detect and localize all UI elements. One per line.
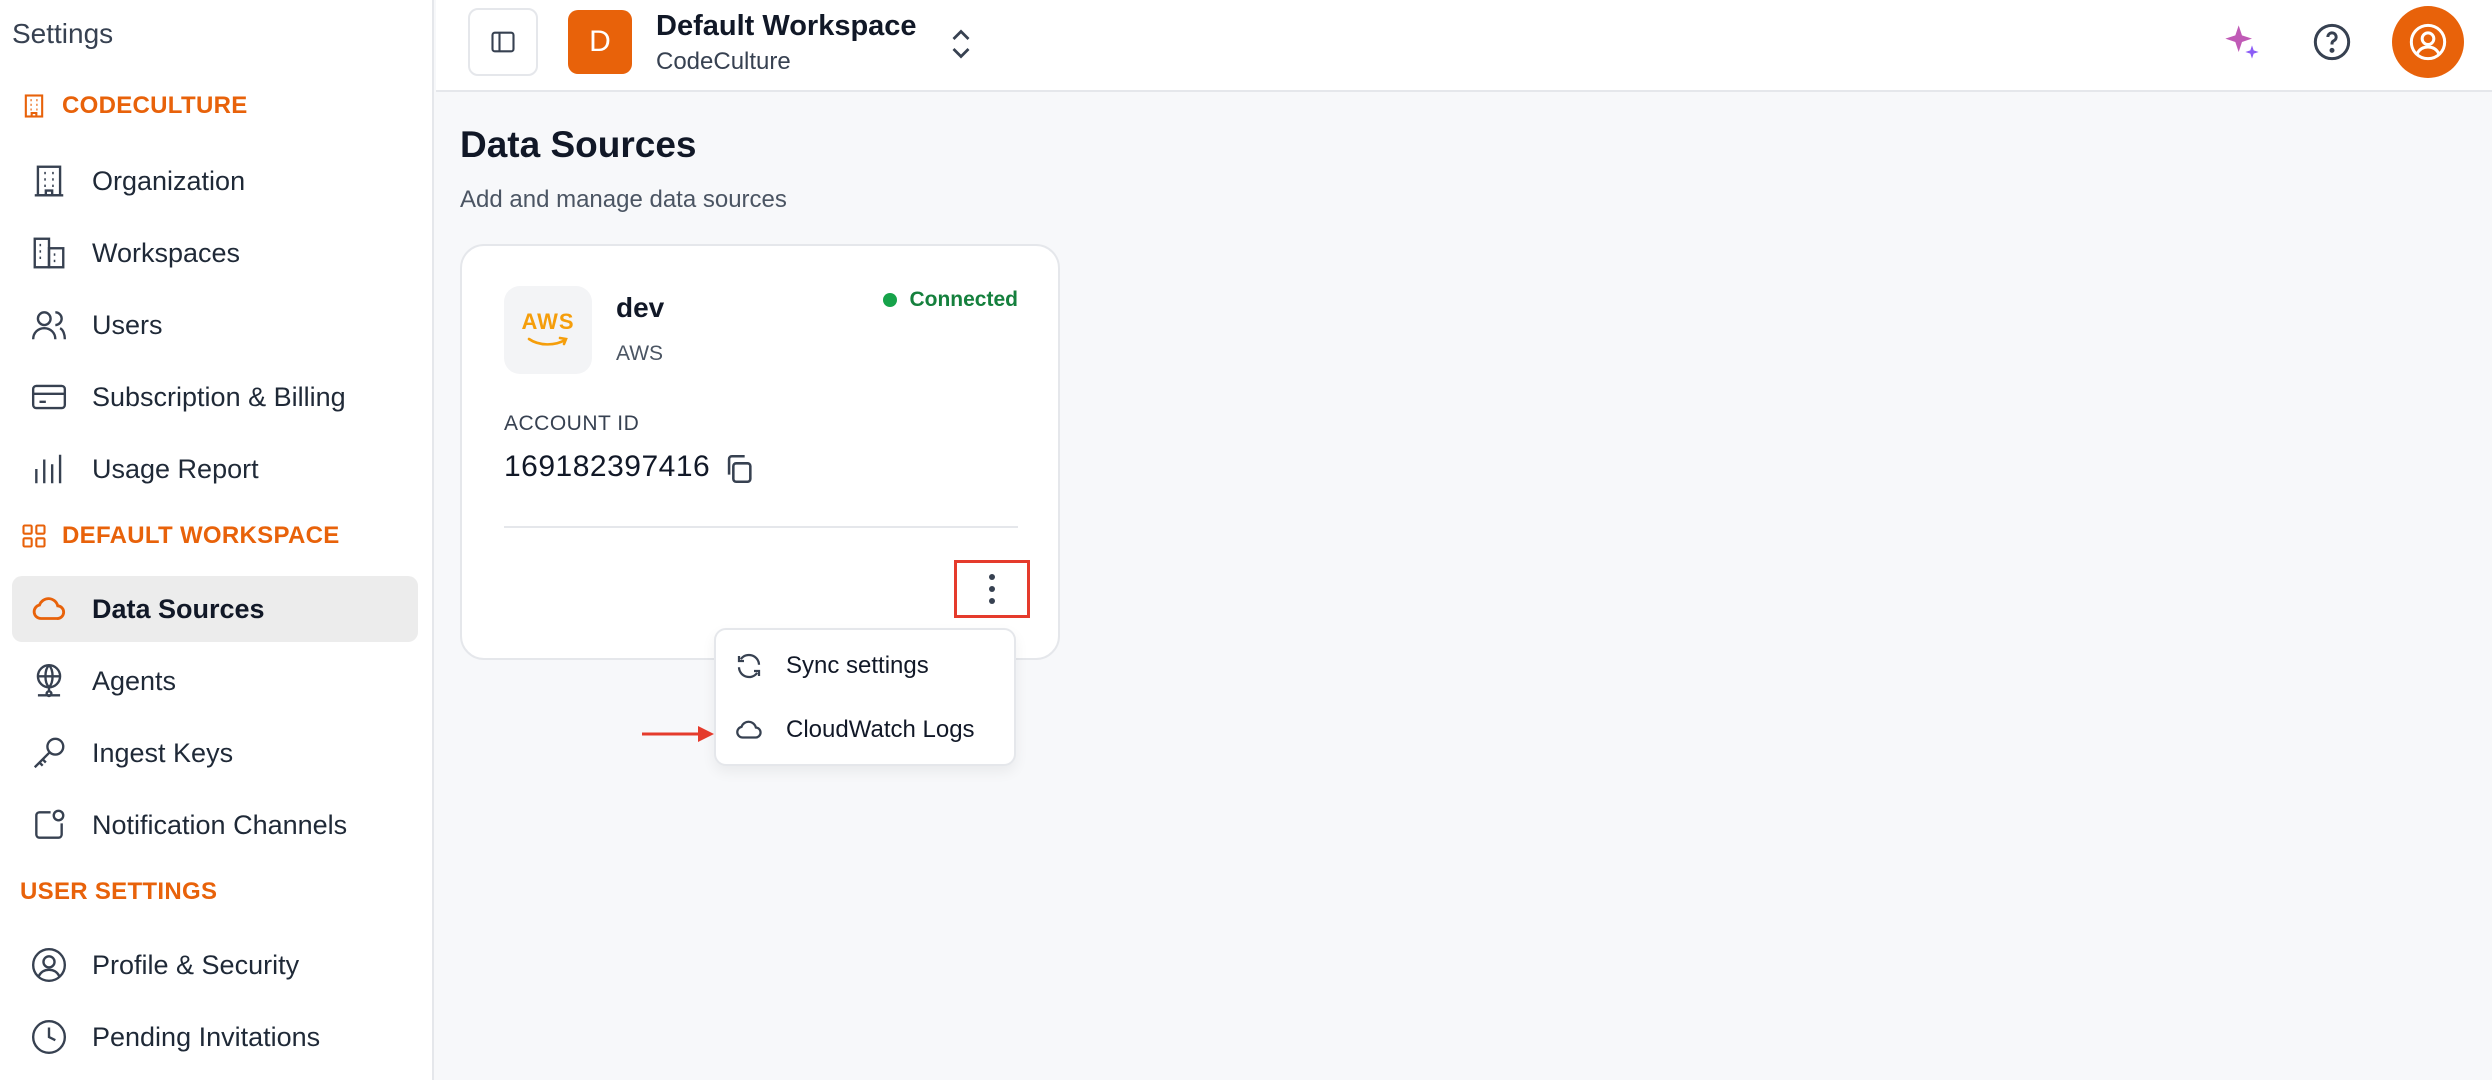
- building-icon: [34, 165, 64, 197]
- account-id-value: 169182397416: [504, 450, 711, 483]
- buildings-icon: [33, 237, 65, 269]
- workspace-name[interactable]: Default Workspace: [656, 10, 917, 43]
- data-source-name: dev: [616, 292, 665, 323]
- sidebar-item-agents[interactable]: Agents: [12, 648, 418, 714]
- sidebar-item-subscription-billing[interactable]: Subscription & Billing: [12, 364, 418, 430]
- section-header-organization: CODECULTURE: [20, 92, 248, 120]
- status-label: Connected: [909, 288, 1018, 311]
- menu-item-cloudwatch-logs[interactable]: CloudWatch Logs: [716, 698, 1014, 762]
- sidebar-item-ingest-keys[interactable]: Ingest Keys: [12, 720, 418, 786]
- sidebar-item-label: Subscription & Billing: [92, 381, 346, 412]
- menu-item-label: CloudWatch Logs: [786, 716, 975, 743]
- top-bar: D Default Workspace CodeCulture: [436, 0, 2492, 92]
- clock-icon: [31, 1019, 67, 1055]
- data-source-card: AWS dev AWS Connected ACCOUNT ID 1691823…: [460, 244, 1060, 660]
- sidebar-item-label: Notification Channels: [92, 809, 348, 840]
- sidebar: Settings CODECULTURE Organization Worksp…: [0, 0, 434, 1080]
- cloud-icon: [736, 720, 762, 739]
- sidebar-item-label: Agents: [92, 665, 177, 696]
- data-source-type: AWS: [616, 342, 664, 365]
- aws-smile-icon: [527, 336, 568, 346]
- sidebar-item-notification-channels[interactable]: Notification Channels: [12, 792, 418, 858]
- organization-name: CodeCulture: [656, 48, 791, 75]
- aws-logo: AWS: [504, 286, 592, 374]
- credit-card-icon: [31, 384, 67, 410]
- section-header-label: DEFAULT WORKSPACE: [62, 522, 340, 549]
- workspace-avatar[interactable]: D: [568, 10, 632, 74]
- grid-icon: [22, 524, 46, 548]
- card-menu-button[interactable]: [954, 560, 1030, 618]
- building-icon: [24, 94, 44, 118]
- section-header-user-settings: USER SETTINGS: [20, 878, 217, 906]
- sidebar-item-label: Users: [92, 309, 163, 340]
- user-circle-icon: [2409, 23, 2447, 61]
- globe-network-icon: [36, 663, 62, 698]
- cloud-icon: [32, 597, 66, 620]
- sidebar-panel-icon: [491, 31, 515, 53]
- sidebar-item-workspaces[interactable]: Workspaces: [12, 220, 418, 286]
- sidebar-title: Settings: [12, 18, 114, 49]
- sidebar-item-pending-invitations[interactable]: Pending Invitations: [12, 1004, 418, 1070]
- menu-item-sync-settings[interactable]: Sync settings: [716, 634, 1014, 698]
- help-icon[interactable]: [2312, 22, 2352, 62]
- key-icon: [33, 737, 65, 769]
- annotation-arrow-icon: [642, 726, 714, 742]
- sidebar-item-profile-security[interactable]: Profile & Security: [12, 932, 418, 998]
- sidebar-item-organization[interactable]: Organization: [12, 148, 418, 214]
- chevron-up-down-icon[interactable]: [946, 24, 976, 64]
- menu-item-label: Sync settings: [786, 652, 929, 679]
- aws-logo-text: AWS: [521, 309, 575, 334]
- copy-icon[interactable]: [722, 452, 756, 486]
- sidebar-toggle-button[interactable]: [468, 8, 538, 76]
- page-subtitle: Add and manage data sources: [460, 186, 787, 213]
- status-badge: Connected: [883, 288, 1018, 312]
- sidebar-item-label: Pending Invitations: [92, 1021, 321, 1052]
- bar-chart-icon: [35, 454, 62, 484]
- user-menu-button[interactable]: [2392, 6, 2464, 78]
- section-header-workspace: DEFAULT WORKSPACE: [20, 522, 340, 550]
- user-circle-icon: [31, 947, 67, 983]
- sync-icon: [737, 653, 761, 679]
- sidebar-item-label: Usage Report: [92, 453, 259, 484]
- notification-icon: [35, 809, 65, 839]
- section-header-label: CODECULTURE: [62, 92, 248, 119]
- sidebar-item-users[interactable]: Users: [12, 292, 418, 358]
- sidebar-item-label: Workspaces: [92, 237, 241, 268]
- page-title: Data Sources: [460, 124, 697, 165]
- card-dropdown-menu: Sync settings CloudWatch Logs: [714, 628, 1016, 766]
- section-header-label: USER SETTINGS: [20, 878, 218, 905]
- sidebar-item-label: Data Sources: [92, 593, 265, 624]
- sidebar-item-usage-report[interactable]: Usage Report: [12, 436, 418, 502]
- sidebar-item-label: Profile & Security: [92, 949, 300, 980]
- sidebar-item-label: Ingest Keys: [92, 737, 234, 768]
- more-vertical-icon: [989, 574, 995, 604]
- sidebar-item-label: Organization: [92, 165, 246, 196]
- sidebar-item-data-sources[interactable]: Data Sources: [12, 576, 418, 642]
- card-divider: [504, 526, 1018, 528]
- users-icon: [31, 311, 67, 340]
- status-dot: [883, 293, 898, 307]
- account-id-label: ACCOUNT ID: [504, 412, 640, 435]
- sparkles-icon[interactable]: [2222, 22, 2262, 62]
